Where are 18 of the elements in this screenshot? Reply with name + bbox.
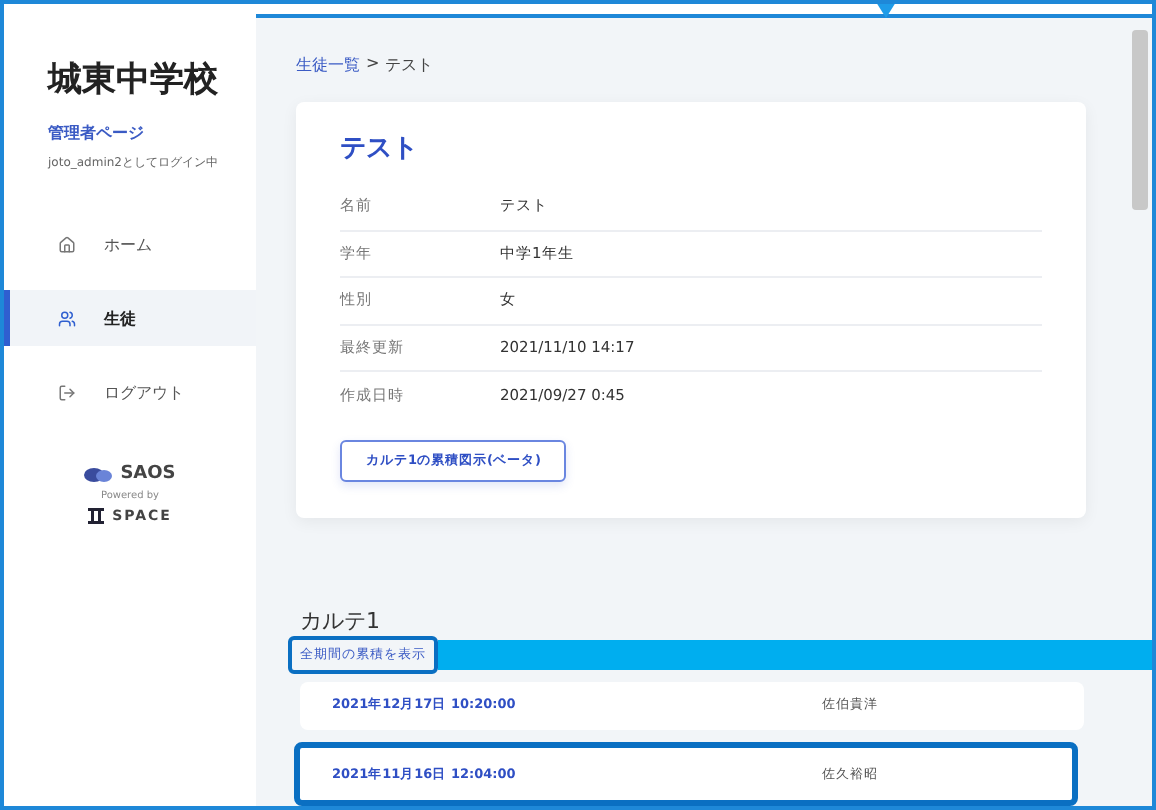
- home-icon: [58, 235, 76, 253]
- nav-item[interactable]: ログアウト: [4, 364, 256, 420]
- partner-logo-icon: [88, 508, 105, 524]
- breadcrumb-link[interactable]: 生徒一覧: [296, 54, 360, 76]
- section-title: カルテ1: [300, 605, 382, 635]
- nav-item[interactable]: ホーム: [4, 216, 256, 272]
- breadcrumb-separator: >: [366, 54, 380, 76]
- student-name-title: テスト: [340, 132, 420, 166]
- people-icon: [58, 309, 76, 327]
- pointer-marker-icon: [876, 4, 896, 18]
- brand-name: SAOS: [120, 464, 176, 484]
- breadcrumb-current: テスト: [385, 54, 434, 76]
- school-name: 城東中学校: [45, 58, 220, 102]
- logo-icon: [84, 465, 113, 483]
- scrollbar[interactable]: [1132, 30, 1148, 210]
- logout-icon: [58, 383, 76, 401]
- nav-item[interactable]: 生徒: [4, 290, 256, 346]
- role-label: 管理者ページ: [46, 122, 146, 144]
